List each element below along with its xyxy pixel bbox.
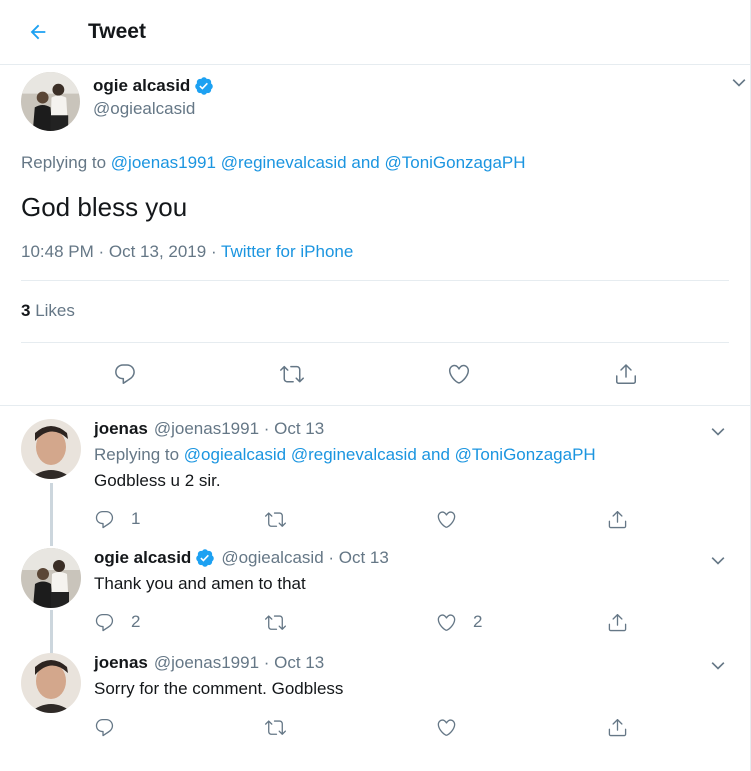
- reply-button[interactable]: [113, 362, 137, 386]
- verified-icon: [194, 76, 214, 96]
- back-arrow-icon[interactable]: [18, 12, 58, 52]
- verified-icon: [195, 548, 215, 568]
- retweet-icon: [265, 614, 286, 630]
- reply-icon: [95, 718, 114, 736]
- reply-tweet[interactable]: joenas @joenas1991 · Oct 13 Replying to …: [0, 406, 750, 546]
- reply-button[interactable]: 2: [94, 612, 265, 633]
- retweet-button[interactable]: [265, 509, 436, 530]
- reply-text: Thank you and amen to that: [94, 574, 306, 593]
- reply-icon: [114, 364, 135, 384]
- share-icon: [608, 718, 627, 736]
- avatar[interactable]: [21, 72, 80, 131]
- reply-author-name[interactable]: ogie alcasid: [94, 548, 191, 568]
- share-icon: [615, 364, 636, 384]
- retweet-button[interactable]: [265, 717, 436, 738]
- chevron-down-icon[interactable]: [708, 656, 728, 676]
- reply-count: 1: [131, 509, 141, 528]
- tweet-actions: [21, 343, 729, 405]
- avatar[interactable]: [21, 548, 81, 608]
- like-icon: [448, 364, 469, 384]
- like-button[interactable]: 2: [436, 612, 607, 633]
- header: Tweet: [0, 0, 750, 65]
- reply-actions: 2 2: [94, 605, 729, 639]
- replying-to: Replying to @ogiealcasid @reginevalcasid…: [94, 445, 596, 464]
- reply-tweet[interactable]: ogie alcasid @ogiealcasid · Oct 13 Thank…: [0, 536, 750, 660]
- chevron-down-icon[interactable]: [729, 73, 749, 93]
- share-button[interactable]: [607, 612, 628, 633]
- author-handle[interactable]: @ogiealcasid: [93, 99, 214, 119]
- reply-icon: [95, 613, 114, 631]
- reply-text: Godbless u 2 sir.: [94, 471, 221, 490]
- share-button[interactable]: [614, 362, 638, 386]
- chevron-down-icon[interactable]: [708, 551, 728, 571]
- author-name[interactable]: ogie alcasid: [93, 76, 190, 96]
- like-button[interactable]: [436, 717, 607, 738]
- reply-meta[interactable]: @ogiealcasid · Oct 13: [221, 548, 389, 568]
- reply-meta[interactable]: @joenas1991 · Oct 13: [154, 653, 324, 673]
- reply-icon: [95, 510, 114, 528]
- tweet-page: Tweet ogie alcasid @ogiealcasid Replying…: [0, 0, 751, 771]
- tweet-text: God bless you: [21, 192, 188, 222]
- reply-author-name[interactable]: joenas: [94, 653, 148, 673]
- like-count: 2: [473, 612, 483, 631]
- tweet-timestamp[interactable]: 10:48 PM · Oct 13, 2019 ·: [21, 242, 217, 261]
- likes-count[interactable]: 3 Likes: [21, 281, 729, 343]
- chevron-down-icon[interactable]: [708, 422, 728, 442]
- avatar[interactable]: [21, 653, 81, 713]
- retweet-icon: [279, 365, 304, 383]
- share-icon: [608, 613, 627, 631]
- mention-link[interactable]: @reginevalcasid: [221, 153, 347, 172]
- avatar[interactable]: [21, 419, 81, 479]
- like-icon: [437, 510, 456, 528]
- page-title: Tweet: [88, 20, 146, 43]
- like-button[interactable]: [447, 362, 471, 386]
- main-tweet: ogie alcasid @ogiealcasid Replying to @j…: [0, 65, 750, 405]
- reply-author-name[interactable]: joenas: [94, 419, 148, 439]
- retweet-icon: [265, 511, 286, 527]
- retweet-button[interactable]: [265, 612, 436, 633]
- reply-button[interactable]: 1: [94, 509, 265, 530]
- reply-actions: [94, 710, 729, 744]
- like-icon: [437, 718, 456, 736]
- reply-button[interactable]: [94, 717, 265, 738]
- reply-text: Sorry for the comment. Godbless: [94, 679, 344, 698]
- mention-link[interactable]: @ogiealcasid: [184, 445, 286, 464]
- reply-count: 2: [131, 612, 141, 631]
- retweet-icon: [265, 719, 286, 735]
- mention-link[interactable]: @ToniGonzagaPH: [455, 445, 596, 464]
- reply-actions: 1: [94, 502, 729, 536]
- share-button[interactable]: [607, 509, 628, 530]
- replying-to: Replying to @joenas1991 @reginevalcasid …: [21, 153, 526, 172]
- mention-link[interactable]: @reginevalcasid: [291, 445, 417, 464]
- tweet-source[interactable]: Twitter for iPhone: [221, 242, 353, 261]
- tweet-meta: 10:48 PM · Oct 13, 2019 · Twitter for iP…: [21, 242, 729, 281]
- share-button[interactable]: [607, 717, 628, 738]
- reply-meta[interactable]: @joenas1991 · Oct 13: [154, 419, 324, 439]
- like-icon: [437, 613, 456, 631]
- share-icon: [608, 510, 627, 528]
- retweet-button[interactable]: [279, 362, 304, 386]
- like-button[interactable]: [436, 509, 607, 530]
- mention-link[interactable]: @joenas1991: [111, 153, 216, 172]
- mention-link[interactable]: @ToniGonzagaPH: [384, 153, 525, 172]
- reply-tweet[interactable]: joenas @joenas1991 · Oct 13 Sorry for th…: [0, 639, 750, 744]
